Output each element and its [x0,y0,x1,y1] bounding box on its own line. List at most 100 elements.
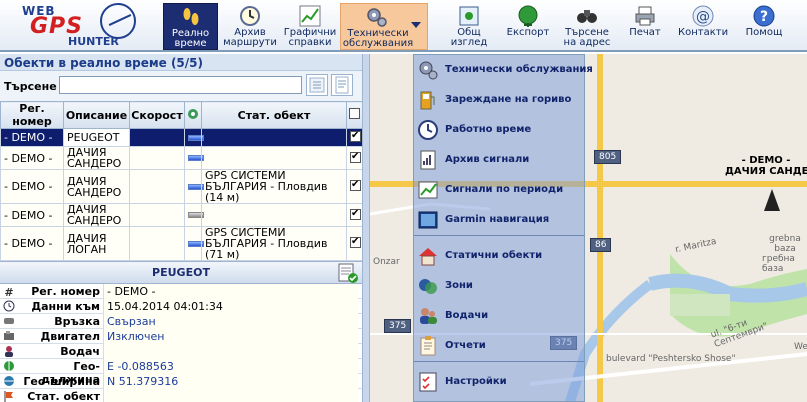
select-all-checkbox[interactable] [349,108,360,119]
toolbar-label: Общ изглед [450,27,488,48]
search-options-button[interactable] [306,74,328,96]
row-checkbox[interactable] [350,208,361,220]
cell-description: ДАЧИЯ САНДЕРО [63,169,130,204]
row-checkbox[interactable] [350,151,361,163]
table-row[interactable]: - DEMO - ДАЧИЯ ЛОГАН GPS СИСТЕМИ БЪЛГАРИЯ … [0,226,363,261]
detail-value: - DEMO - [103,284,358,299]
chart-icon [299,5,321,27]
toolbar-overview-button[interactable]: Общ изглед [446,3,492,50]
engine-icon [4,331,14,340]
toolbar-label: Реално време [171,28,210,49]
panel-splitter[interactable] [362,54,370,402]
globe-latitude-icon [4,376,14,386]
report-check-icon[interactable] [337,263,359,283]
detail-row: Гео-дължина E -0.088563 [0,359,362,386]
menu-item-label: Зареждане на гориво [445,94,572,105]
table-row[interactable]: - DEMO - ДАЧИЯ САНДЕРО [0,203,363,227]
column-header-static-object[interactable]: Стат. обект [201,101,347,129]
help-icon: ? [753,5,775,27]
menu-item-clock[interactable]: Работно време [414,117,584,143]
toolbar-print-button[interactable]: Печат [625,3,665,50]
column-header-description[interactable]: Описание [63,101,130,129]
toolbar-contacts-button[interactable]: @ Контакти [678,3,728,50]
column-header-speed[interactable]: Скорост [129,101,185,129]
menu-item-gears[interactable]: Технически обслужвания [414,57,593,83]
cell-select [346,226,363,261]
road-shield: 375 [384,319,412,333]
menu-item-label: Водачи [445,310,489,321]
toolbar-address-search-button[interactable]: Търсене на адрес [562,3,612,50]
detail-value: 15.04.2014 04:01:34 [103,299,358,314]
detail-label: Стат. обект [27,390,100,402]
menu-item-label: Статични обекти [445,250,543,261]
search-input[interactable] [59,76,302,94]
document-icon [335,76,349,94]
search-filter-button[interactable] [331,74,353,96]
detail-row: Двигател Изключен [0,329,362,344]
cell-description: ДАЧИЯ САНДЕРО [63,203,130,227]
cell-description: ДАЧИЯ ЛОГАН [63,226,130,261]
house-icon [419,248,437,266]
binoculars-icon [577,10,597,23]
toolbar-realtime-button[interactable]: Реално време [163,3,218,50]
webgps-hunter-logo[interactable]: WEB GPS HUNTER [2,2,152,50]
column-header-select-all[interactable] [346,101,363,129]
map-label: гребна база [762,254,795,274]
map-label: Onzar [373,257,400,267]
table-row[interactable]: - DEMO - PEUGEOT [0,128,363,147]
chevron-down-icon[interactable] [411,22,421,28]
cell-speed [129,169,185,204]
at-icon: @ [692,5,714,27]
table-row[interactable]: - DEMO - ДАЧИЯ САНДЕРО [0,146,363,170]
menu-item-signal-archive[interactable]: Архив сигнали [414,147,584,173]
zones-icon [419,279,437,294]
globe-export-icon [518,5,538,27]
cell-select [346,203,363,227]
toolbar-label: Експорт [506,27,550,38]
menu-separator [414,235,584,236]
detail-value [103,389,358,402]
menu-item-label: Архив сигнали [445,154,530,165]
vehicle-direction-arrow-icon[interactable] [764,189,780,211]
toolbar-label: Технически обслужвания [342,28,414,49]
detail-row: Връзка Свързан [0,314,362,329]
cell-reg: - DEMO - [0,128,64,147]
globe-longitude-icon [4,361,14,371]
menu-item-garmin[interactable]: Garmin навигация [414,207,584,233]
svg-text:?: ? [760,9,768,25]
row-checkbox[interactable] [350,130,361,142]
vehicle-marker-desc: ДАЧИЯ САНДЕР [725,166,807,177]
toolbar-help-button[interactable]: ? Помощ [743,3,785,50]
footsteps-icon [183,8,198,25]
printer-icon [635,6,655,26]
menu-item-signal-chart[interactable]: Сигнали по периоди [414,177,584,203]
toolbar-label: Печат [629,27,661,38]
gear-icon [188,108,198,119]
main-toolbar: WEB GPS HUNTER Реално време Архив маршру… [0,0,807,52]
detail-label: Данни към [31,300,100,313]
row-checkbox[interactable] [350,179,361,191]
signal-archive-icon [420,150,436,170]
detail-value: E -0.088563 [103,359,358,374]
menu-item-report[interactable]: Отчети [414,333,584,359]
toolbar-label: Помощ [745,27,783,38]
gears-icon [367,8,387,27]
column-header-signal[interactable] [184,101,202,129]
menu-item-fuel-pump[interactable]: Зареждане на гориво [414,87,584,113]
table-row[interactable]: - DEMO - ДАЧИЯ САНДЕРО GPS СИСТЕМИ БЪЛГАРИ… [0,169,363,204]
cell-signal [184,226,204,261]
cell-speed [129,128,185,147]
row-checkbox[interactable] [350,236,361,248]
menu-item-zones[interactable]: Зони [414,273,584,299]
column-header-reg[interactable]: Рег. номер [0,101,64,129]
menu-item-settings-check[interactable]: Настройки [414,369,584,395]
toolbar-export-button[interactable]: Експорт [503,3,553,50]
menu-item-drivers[interactable]: Водачи [414,303,584,329]
search-bar: Търсене на [0,71,362,101]
menu-item-house[interactable]: Статични обекти [414,243,584,269]
menu-item-label: Настройки [445,376,507,387]
maintenance-dropdown-menu: Технически обслужвания Зареждане на горив… [413,54,593,402]
cell-static-object: GPS СИСТЕМИ БЪЛГАРИЯ - Пловдив (14 м) [201,169,347,204]
toolbar-archive-routes-button[interactable]: Архив маршрути [222,3,278,50]
vehicle-marker-label[interactable]: - DEMO - ДАЧИЯ САНДЕР [725,155,807,177]
